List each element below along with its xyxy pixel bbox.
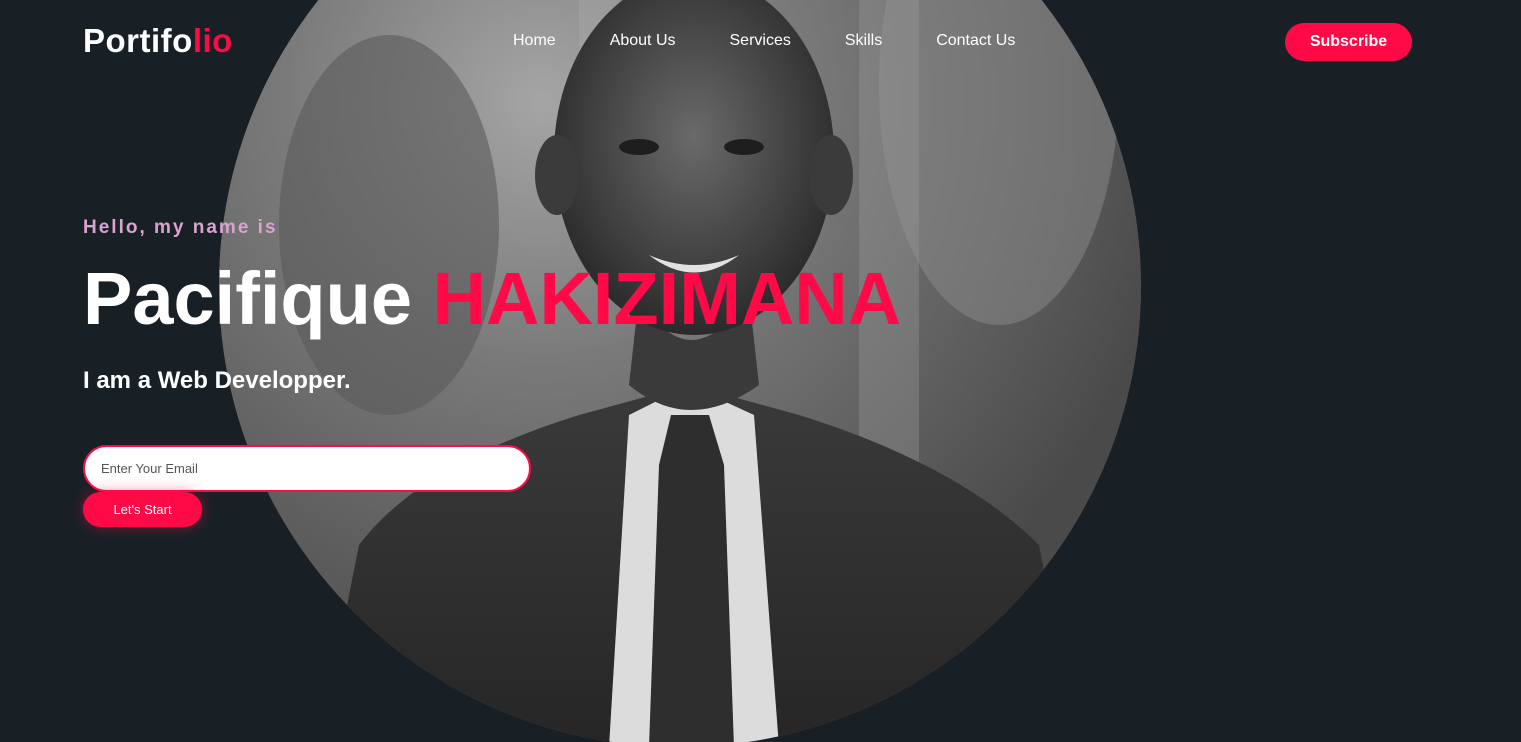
last-name: HAKIZIMANA: [432, 257, 902, 340]
main-nav: Home About Us Services Skills Contact Us: [513, 32, 1069, 50]
portrait-photo: [219, 0, 1141, 742]
nav-about-us[interactable]: About Us: [610, 32, 676, 50]
greeting-text: Hello, my name is: [83, 217, 278, 238]
logo-main: Portifo: [83, 22, 193, 59]
nav-skills[interactable]: Skills: [845, 32, 882, 50]
nav-services[interactable]: Services: [730, 32, 791, 50]
lets-start-button[interactable]: Let's Start: [83, 492, 202, 527]
first-name: Pacifique: [83, 257, 412, 340]
nav-home[interactable]: Home: [513, 32, 556, 50]
hero-name: Pacifique HAKIZIMANA: [83, 262, 901, 336]
logo-accent: lio: [192, 22, 233, 59]
role-text: I am a Web Developper.: [83, 367, 351, 394]
nav-contact-us[interactable]: Contact Us: [936, 32, 1015, 50]
logo[interactable]: Portifolio: [83, 22, 233, 60]
page: Portifolio Home About Us Services Skills…: [0, 0, 1521, 742]
subscribe-button[interactable]: Subscribe: [1285, 23, 1412, 61]
email-input[interactable]: [83, 445, 531, 492]
